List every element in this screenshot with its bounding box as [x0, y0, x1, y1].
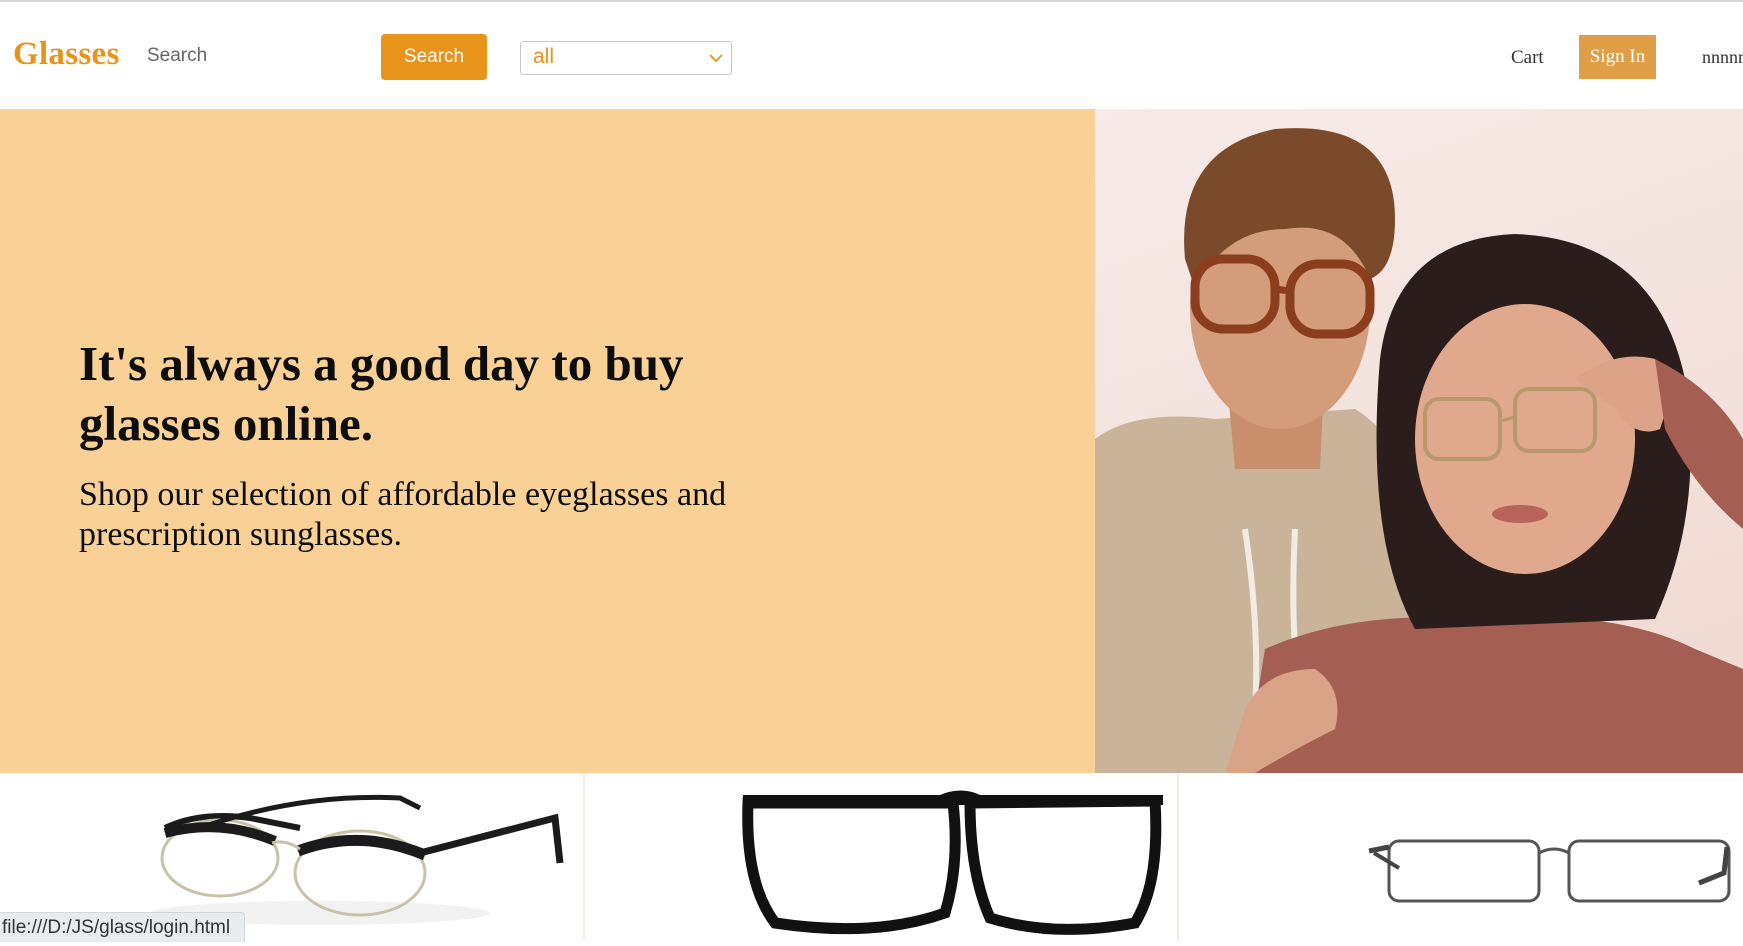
sign-in-button[interactable]: Sign In: [1579, 35, 1656, 79]
search-button[interactable]: Search: [381, 34, 487, 80]
hero-banner: It's always a good day to buy glasses on…: [0, 109, 1095, 773]
product-card[interactable]: [1179, 773, 1743, 941]
category-select[interactable]: all: [520, 41, 732, 75]
browser-status-bar: file:///D:/JS/glass/login.html: [0, 912, 246, 942]
site-logo[interactable]: Glasses: [13, 36, 120, 73]
username-label[interactable]: nnnnn: [1702, 47, 1743, 68]
product-grid: [0, 773, 1743, 941]
couple-photo-illustration: [1095, 128, 1743, 773]
hero-subtitle: Shop our selection of affordable eyeglas…: [79, 476, 727, 553]
category-selected-value: all: [533, 45, 555, 68]
rectangle-glasses-image: [742, 790, 1163, 935]
search-input[interactable]: [142, 38, 352, 74]
chevron-down-icon: [709, 54, 723, 63]
site-header: Glasses Search all Cart Sign In nnnnn: [0, 2, 1743, 109]
hero-photo: [1095, 109, 1743, 773]
product-card[interactable]: [585, 773, 1179, 941]
wire-rim-glasses-image: [1368, 839, 1731, 903]
cart-link[interactable]: Cart: [1511, 47, 1544, 69]
hero-title: It's always a good day to buy glasses on…: [79, 336, 684, 451]
